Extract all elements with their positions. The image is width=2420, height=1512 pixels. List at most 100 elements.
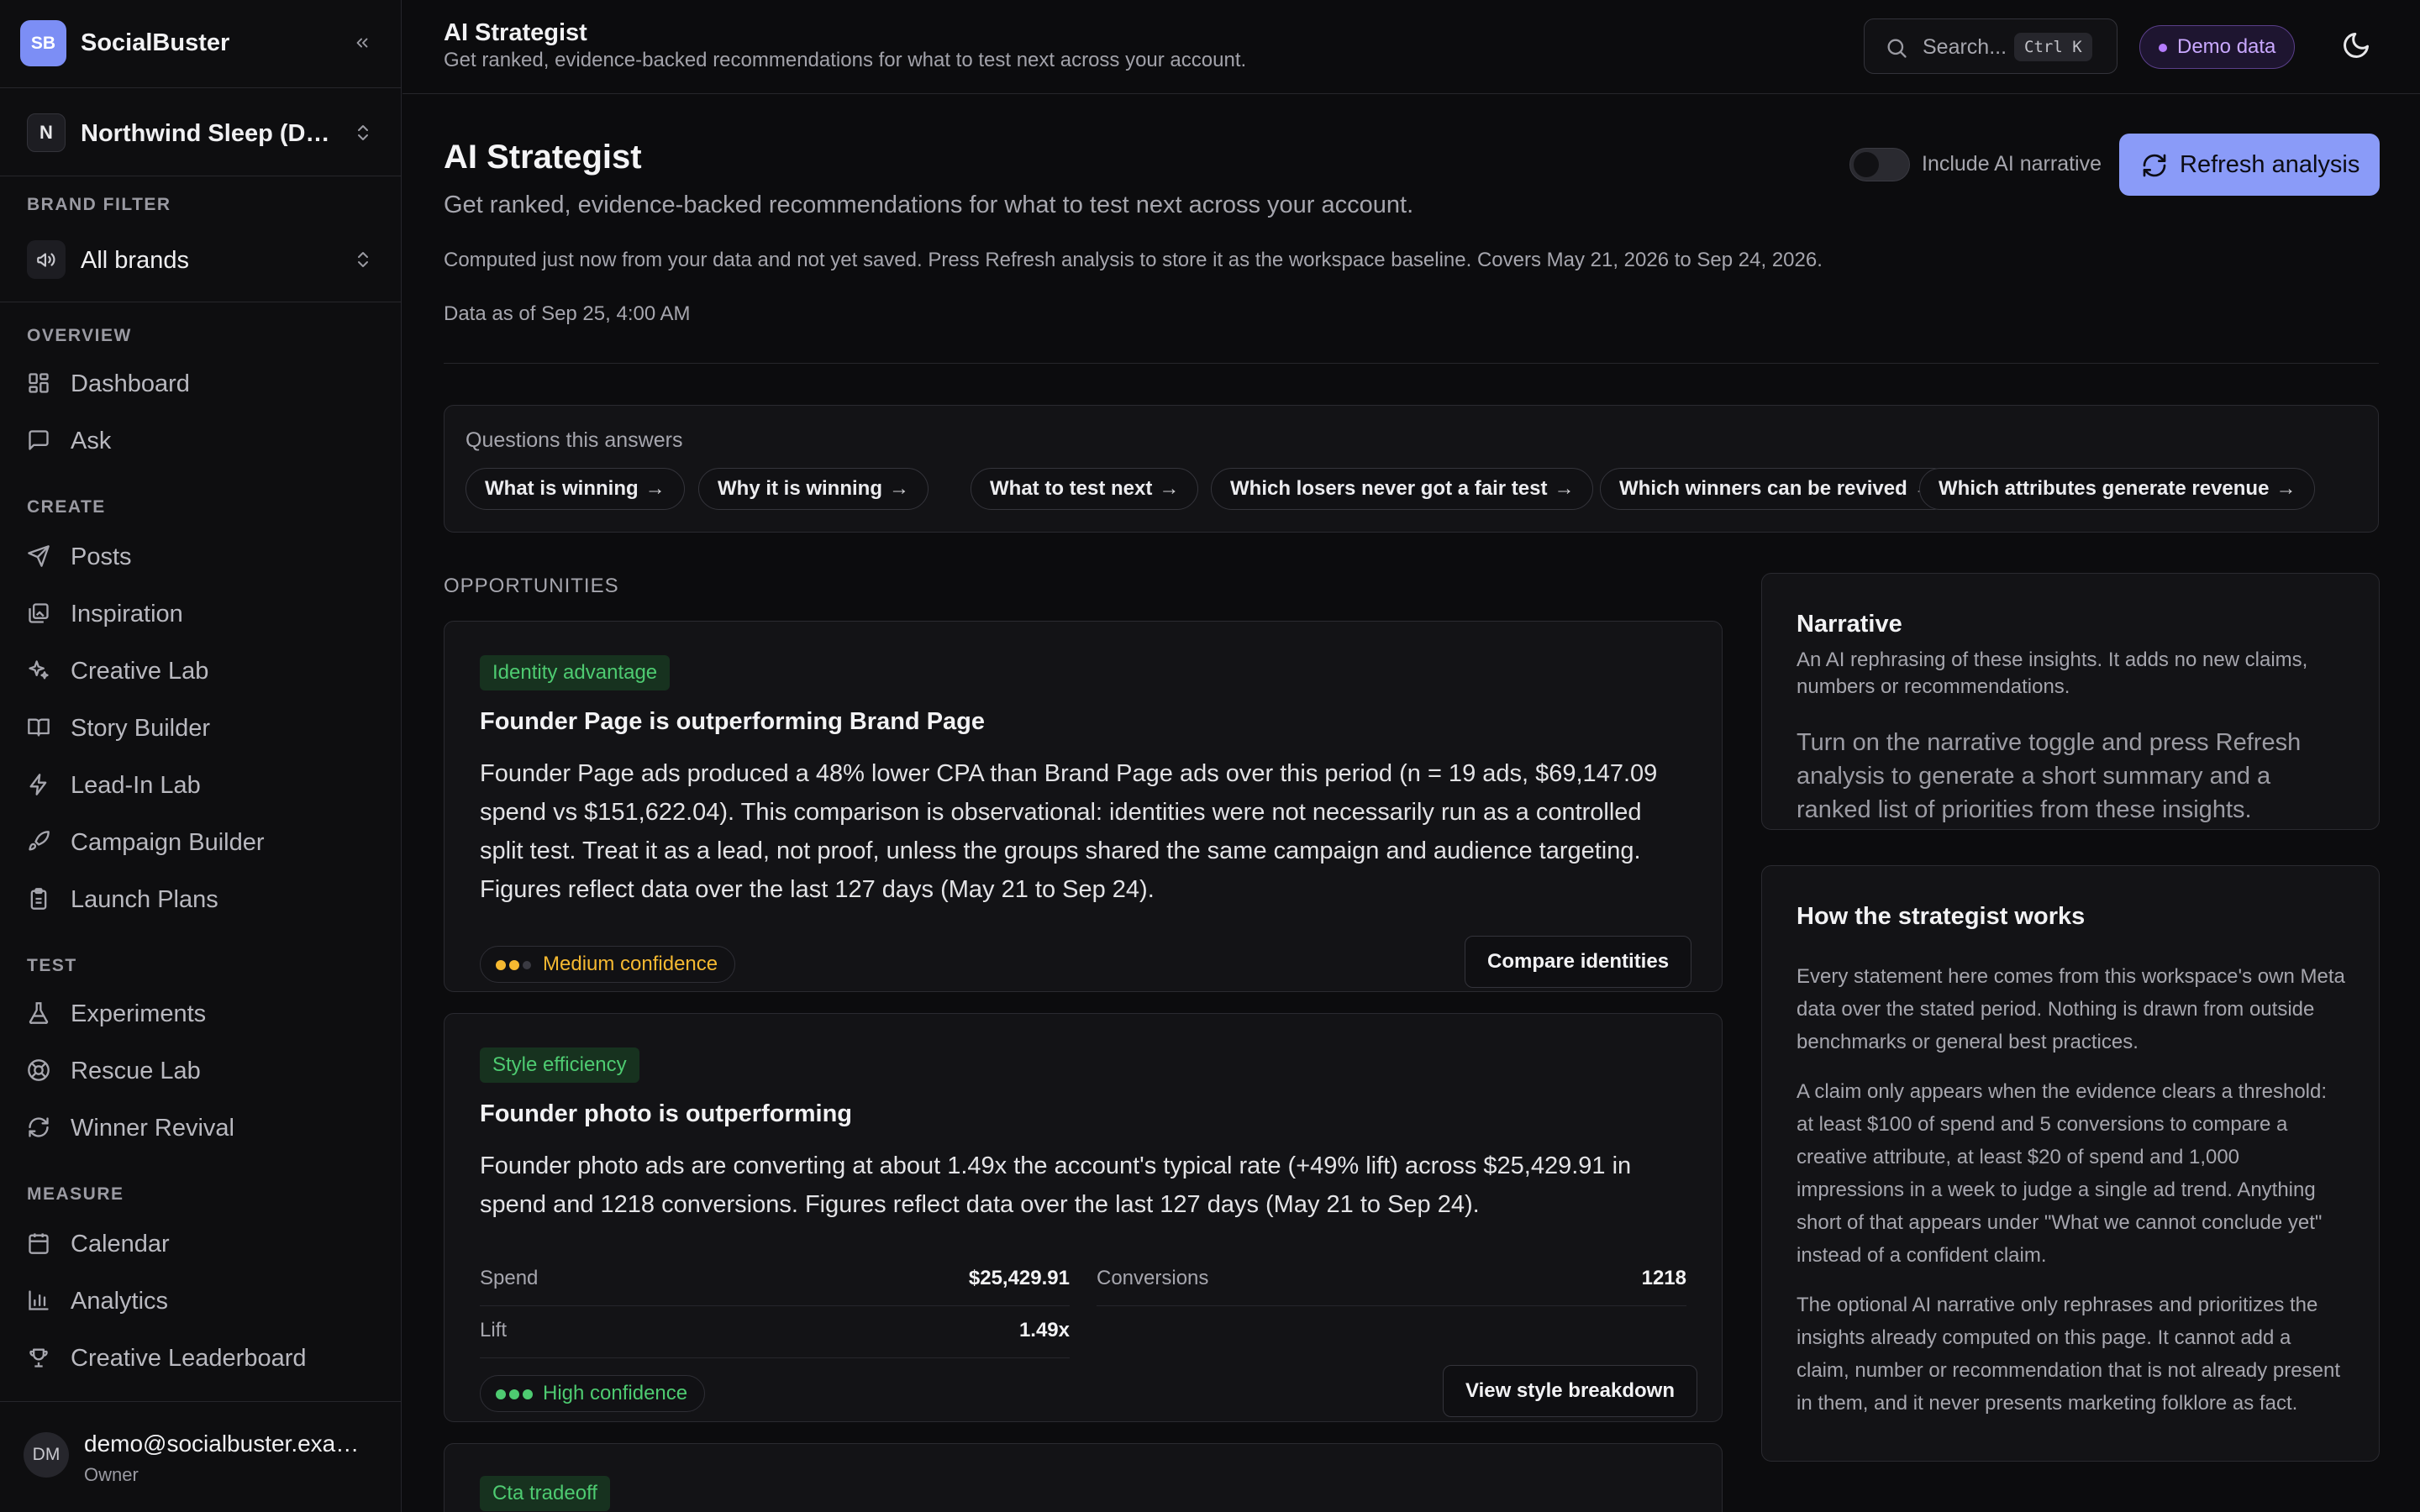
question-chip[interactable]: Which losers never got a fair test →	[1211, 468, 1594, 510]
main-content: AI Strategist Get ranked, evidence-backe…	[402, 95, 2420, 1512]
confidence-badge: High confidence	[480, 1375, 706, 1412]
divider	[444, 363, 2379, 364]
data-as-of: Data as of Sep 25, 4:00 AM	[444, 302, 691, 325]
confidence-dot	[523, 961, 531, 969]
confidence-label: High confidence	[543, 1382, 688, 1404]
question-chip[interactable]: Why it is winning →	[698, 468, 929, 510]
user-menu[interactable]: DM demo@socialbuster.example Owner	[0, 1401, 402, 1512]
question-chip[interactable]: What is winning →	[466, 468, 685, 510]
search-shortcut: Ctrl K	[2014, 33, 2092, 61]
sparkles-icon	[29, 660, 49, 680]
metric-label: Lift	[480, 1319, 508, 1341]
trophy-icon	[29, 1348, 48, 1368]
calendar-icon	[29, 1233, 49, 1254]
chevron-up-down-icon	[358, 125, 368, 140]
avatar: DM	[24, 1432, 69, 1478]
workspace-switcher[interactable]: N Northwind Sleep (Demo)	[0, 87, 402, 176]
sidebar-item-inspiration[interactable]: Inspiration	[0, 590, 402, 637]
refresh-analysis-button[interactable]: Refresh analysis	[2119, 134, 2380, 196]
nav-section-measure: MEASURE	[27, 1184, 124, 1204]
topbar-title: AI Strategist	[444, 19, 587, 46]
sidebar-item-label: Dashboard	[71, 370, 190, 397]
sidebar-item-label: Calendar	[71, 1231, 170, 1257]
brand-filter-select[interactable]: All brands	[0, 228, 402, 287]
how-it-works-paragraph: A claim only appears when the evidence c…	[1797, 1080, 2328, 1267]
page-title: AI Strategist	[444, 139, 642, 176]
demo-data-badge: Demo data	[2139, 25, 2296, 69]
how-it-works-paragraph: Every statement here comes from this wor…	[1797, 965, 2345, 1053]
narrative-panel: Narrative An AI rephrasing of these insi…	[1761, 573, 2380, 830]
flask-icon	[29, 1002, 49, 1024]
toggle-knob	[1854, 152, 1879, 177]
sidebar-item-label: Creative Leaderboard	[71, 1345, 307, 1372]
arrow-right-icon: →	[2275, 477, 2296, 500]
insight-tag: Cta tradeoff	[480, 1476, 610, 1511]
nav-section-test: TEST	[27, 956, 77, 975]
brand-filter-label: BRAND FILTER	[27, 195, 171, 214]
narrative-description: An AI rephrasing of these insights. It a…	[1797, 648, 2308, 698]
opportunities-label: OPPORTUNITIES	[444, 575, 619, 597]
arrow-right-icon: →	[644, 477, 666, 500]
sidebar-item-label: Analytics	[71, 1288, 169, 1315]
opportunity-card: Style efficiency Founder photo is outper…	[444, 1013, 1723, 1422]
how-it-works-panel: How the strategist works Every statement…	[1761, 865, 2380, 1462]
sidebar-item-posts[interactable]: Posts	[0, 533, 402, 580]
chip-label: What is winning	[485, 477, 639, 500]
chip-label: Why it is winning	[718, 477, 882, 500]
questions-title: Questions this answers	[466, 428, 683, 452]
card-body: Founder Page ads produced a 48% lower CP…	[480, 760, 1658, 903]
sidebar-item-winner-revival[interactable]: Winner Revival	[0, 1104, 402, 1151]
compare-identities-button[interactable]: Compare identities	[1465, 936, 1692, 988]
sidebar-item-analytics[interactable]: Analytics	[0, 1277, 402, 1324]
top-bar: AI Strategist Get ranked, evidence-backe…	[402, 0, 2420, 94]
book-icon	[28, 718, 50, 737]
question-chip[interactable]: Which winners can be revived→	[1600, 468, 1954, 510]
card-title: Founder photo is outperforming	[480, 1100, 853, 1127]
opportunity-card: Cta tradeoff	[444, 1443, 1723, 1512]
sidebar-item-lead-in-lab[interactable]: Lead-In Lab	[0, 761, 402, 808]
search-icon	[1887, 39, 1907, 58]
sidebar-item-creative-lab[interactable]: Creative Lab	[0, 647, 402, 694]
collapse-sidebar-button[interactable]	[350, 30, 375, 55]
sidebar-item-campaign-builder[interactable]: Campaign Builder	[0, 818, 402, 865]
sidebar-item-story-builder[interactable]: Story Builder	[0, 704, 402, 751]
search-input[interactable]: Search... Ctrl K	[1864, 18, 2118, 74]
sidebar-item-ask[interactable]: Ask	[0, 417, 402, 464]
insight-tag: Identity advantage	[480, 655, 671, 690]
sidebar-item-label: Lead-In Lab	[71, 772, 201, 799]
view-style-breakdown-button[interactable]: View style breakdown	[1443, 1365, 1697, 1417]
confidence-dot	[509, 1389, 519, 1399]
sidebar-item-dashboard[interactable]: Dashboard	[0, 360, 402, 407]
sidebar-item-calendar[interactable]: Calendar	[0, 1220, 402, 1267]
dashboard-icon	[29, 373, 49, 393]
sidebar-item-label: Launch Plans	[71, 886, 218, 913]
bolt-icon	[29, 774, 47, 795]
question-chip[interactable]: Which attributes generate revenue →	[1919, 468, 2316, 510]
sidebar-item-creative-leaderboard[interactable]: Creative Leaderboard	[0, 1334, 402, 1381]
chip-label: Which attributes generate revenue	[1939, 477, 2270, 500]
search-placeholder: Search...	[1923, 35, 2007, 59]
chip-label: Which losers never got a fair test	[1230, 477, 1548, 500]
sidebar-item-label: Story Builder	[71, 715, 211, 742]
chip-label: Which winners can be revived	[1619, 477, 1907, 500]
metric-label: Conversions	[1097, 1267, 1209, 1289]
include-ai-narrative-toggle[interactable]	[1849, 148, 1910, 181]
sidebar-item-label: Campaign Builder	[71, 829, 265, 856]
sidebar-item-launch-plans[interactable]: Launch Plans	[0, 875, 402, 922]
arrow-right-icon: →	[888, 477, 909, 500]
sidebar-item-label: Inspiration	[71, 601, 183, 627]
how-it-works-paragraph: The optional AI narrative only rephrases…	[1797, 1294, 2340, 1415]
topbar-subtitle: Get ranked, evidence-backed recommendati…	[444, 49, 1247, 71]
metric-value: 1.49x	[1018, 1319, 1070, 1341]
sidebar-item-label: Ask	[71, 428, 112, 454]
opportunity-card: Identity advantage Founder Page is outpe…	[444, 621, 1723, 992]
lifebuoy-icon	[28, 1059, 50, 1081]
sidebar-item-rescue-lab[interactable]: Rescue Lab	[0, 1047, 402, 1094]
chip-label: What to test next	[990, 477, 1153, 500]
moon-icon[interactable]	[2341, 30, 2371, 60]
sidebar-item-label: Creative Lab	[71, 658, 209, 685]
question-chip[interactable]: What to test next →	[971, 468, 1199, 510]
include-ai-narrative-label: Include AI narrative	[1922, 152, 2102, 176]
brand-filter: BRAND FILTER All brands	[0, 176, 402, 302]
sidebar-item-experiments[interactable]: Experiments	[0, 990, 402, 1037]
